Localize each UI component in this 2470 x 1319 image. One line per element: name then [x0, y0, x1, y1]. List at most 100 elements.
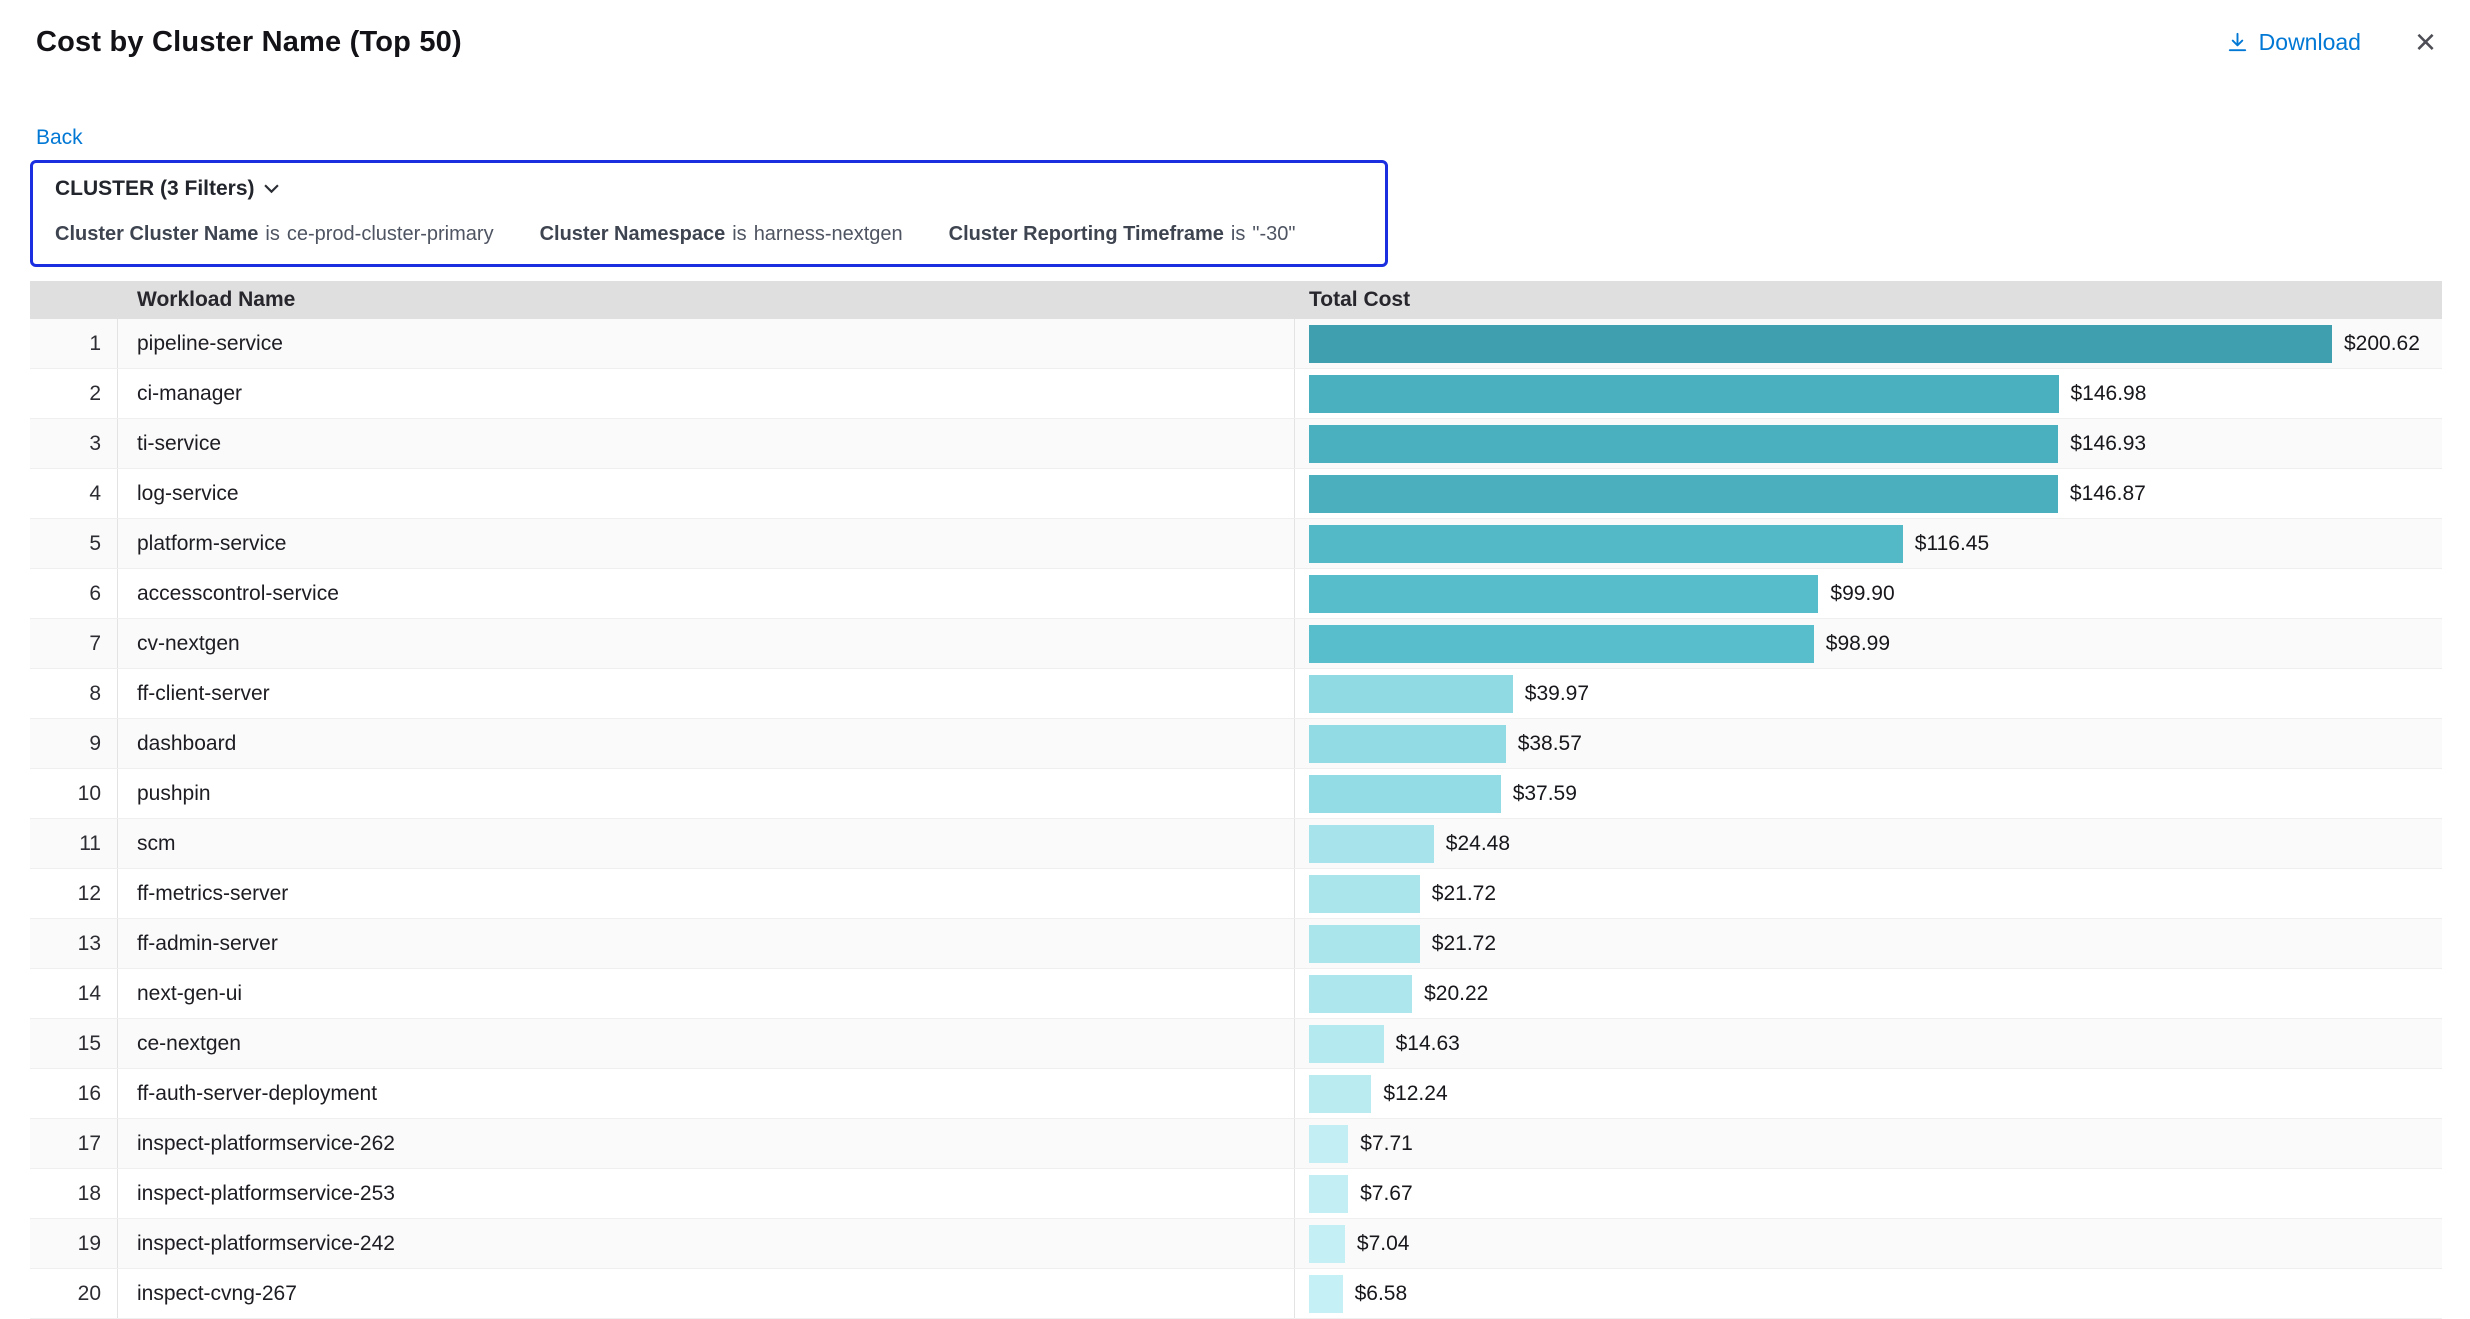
table-row: 15 ce-nextgen $14.63: [30, 1019, 2442, 1069]
cost-bar[interactable]: [1309, 825, 1434, 863]
row-rank: 3: [30, 419, 118, 468]
cost-value-label: $37.59: [1513, 782, 1577, 806]
cost-value-label: $12.24: [1383, 1082, 1447, 1106]
row-rank: 6: [30, 569, 118, 618]
row-rank: 15: [30, 1019, 118, 1068]
rank-column-header: [30, 281, 118, 319]
cost-bar[interactable]: [1309, 1125, 1348, 1163]
row-workload-name: ci-manager: [118, 369, 1295, 418]
filter-value: harness-nextgen: [754, 223, 903, 246]
cost-bar[interactable]: [1309, 725, 1506, 763]
cost-value-label: $98.99: [1826, 632, 1890, 656]
cost-bar[interactable]: [1309, 775, 1501, 813]
row-workload-name: inspect-platformservice-242: [118, 1219, 1295, 1268]
cost-bar[interactable]: [1309, 575, 1818, 613]
table-row: 8 ff-client-server $39.97: [30, 669, 2442, 719]
table-row: 2 ci-manager $146.98: [30, 369, 2442, 419]
row-workload-name: scm: [118, 819, 1295, 868]
filter-item: Cluster Cluster Name is ce-prod-cluster-…: [55, 223, 494, 246]
cost-value-label: $21.72: [1432, 882, 1496, 906]
row-total-cost: $12.24: [1295, 1069, 2442, 1118]
filter-value: "-30": [1252, 223, 1295, 246]
filter-field: Cluster Namespace: [540, 223, 726, 246]
cost-value-label: $39.97: [1525, 682, 1589, 706]
table-row: 13 ff-admin-server $21.72: [30, 919, 2442, 969]
row-workload-name: pushpin: [118, 769, 1295, 818]
row-rank: 5: [30, 519, 118, 568]
table-row: 9 dashboard $38.57: [30, 719, 2442, 769]
row-rank: 19: [30, 1219, 118, 1268]
table-row: 3 ti-service $146.93: [30, 419, 2442, 469]
row-total-cost: $21.72: [1295, 869, 2442, 918]
close-icon[interactable]: ×: [2415, 24, 2436, 60]
filter-group-toggle[interactable]: CLUSTER (3 Filters): [55, 177, 279, 201]
filter-item: Cluster Reporting Timeframe is "-30": [949, 223, 1296, 246]
download-button[interactable]: Download: [2226, 29, 2361, 56]
cost-bar[interactable]: [1309, 625, 1814, 663]
filter-group-label: CLUSTER (3 Filters): [55, 177, 255, 201]
row-total-cost: $24.48: [1295, 819, 2442, 868]
download-label: Download: [2259, 29, 2361, 56]
filter-field: Cluster Reporting Timeframe: [949, 223, 1224, 246]
cost-value-label: $7.67: [1360, 1182, 1413, 1206]
row-workload-name: log-service: [118, 469, 1295, 518]
row-workload-name: accesscontrol-service: [118, 569, 1295, 618]
row-workload-name: pipeline-service: [118, 319, 1295, 368]
cost-bar[interactable]: [1309, 975, 1412, 1013]
cost-value-label: $20.22: [1424, 982, 1488, 1006]
row-workload-name: ce-nextgen: [118, 1019, 1295, 1068]
cost-bar[interactable]: [1309, 325, 2332, 363]
cost-bar[interactable]: [1309, 1075, 1371, 1113]
table-row: 17 inspect-platformservice-262 $7.71: [30, 1119, 2442, 1169]
cost-bar[interactable]: [1309, 475, 2058, 513]
cost-value-label: $24.48: [1446, 832, 1510, 856]
row-total-cost: $7.71: [1295, 1119, 2442, 1168]
cost-bar[interactable]: [1309, 875, 1420, 913]
row-total-cost: $21.72: [1295, 919, 2442, 968]
filter-group-box: CLUSTER (3 Filters) Cluster Cluster Name…: [30, 160, 1388, 267]
table-row: 18 inspect-platformservice-253 $7.67: [30, 1169, 2442, 1219]
cost-bar[interactable]: [1309, 525, 1903, 563]
cost-value-label: $99.90: [1830, 582, 1894, 606]
cost-bar[interactable]: [1309, 1175, 1348, 1213]
cost-value-label: $7.71: [1360, 1132, 1413, 1156]
cost-bar[interactable]: [1309, 1275, 1343, 1313]
cost-value-label: $116.45: [1915, 532, 1989, 556]
cost-bar[interactable]: [1309, 675, 1513, 713]
cost-bar[interactable]: [1309, 1025, 1384, 1063]
download-icon: [2226, 31, 2249, 54]
table-row: 7 cv-nextgen $98.99: [30, 619, 2442, 669]
row-workload-name: ff-metrics-server: [118, 869, 1295, 918]
filter-field: Cluster Cluster Name: [55, 223, 258, 246]
row-rank: 17: [30, 1119, 118, 1168]
row-rank: 10: [30, 769, 118, 818]
table-row: 19 inspect-platformservice-242 $7.04: [30, 1219, 2442, 1269]
table-row: 6 accesscontrol-service $99.90: [30, 569, 2442, 619]
table-row: 10 pushpin $37.59: [30, 769, 2442, 819]
filter-conditions: Cluster Cluster Name is ce-prod-cluster-…: [55, 223, 1363, 246]
row-rank: 16: [30, 1069, 118, 1118]
row-total-cost: $20.22: [1295, 969, 2442, 1018]
row-rank: 12: [30, 869, 118, 918]
row-rank: 13: [30, 919, 118, 968]
row-rank: 9: [30, 719, 118, 768]
cost-table: Workload Name Total Cost 1 pipeline-serv…: [30, 281, 2442, 1319]
cost-bar[interactable]: [1309, 375, 2059, 413]
cost-bar[interactable]: [1309, 1225, 1345, 1263]
row-total-cost: $7.67: [1295, 1169, 2442, 1218]
row-total-cost: $6.58: [1295, 1269, 2442, 1318]
table-row: 4 log-service $146.87: [30, 469, 2442, 519]
filter-value: ce-prod-cluster-primary: [287, 223, 494, 246]
cost-bar[interactable]: [1309, 925, 1420, 963]
row-total-cost: $116.45: [1295, 519, 2442, 568]
table-row: 16 ff-auth-server-deployment $12.24: [30, 1069, 2442, 1119]
table-body: 1 pipeline-service $200.62 2 ci-manager …: [30, 319, 2442, 1319]
filter-operator: is: [1231, 223, 1245, 246]
back-link[interactable]: Back: [36, 126, 83, 150]
row-total-cost: $146.93: [1295, 419, 2442, 468]
cost-value-label: $146.87: [2070, 482, 2146, 506]
filter-operator: is: [265, 223, 279, 246]
panel-header: Cost by Cluster Name (Top 50) Download ×: [0, 0, 2470, 60]
cost-value-label: $38.57: [1518, 732, 1582, 756]
cost-bar[interactable]: [1309, 425, 2058, 463]
